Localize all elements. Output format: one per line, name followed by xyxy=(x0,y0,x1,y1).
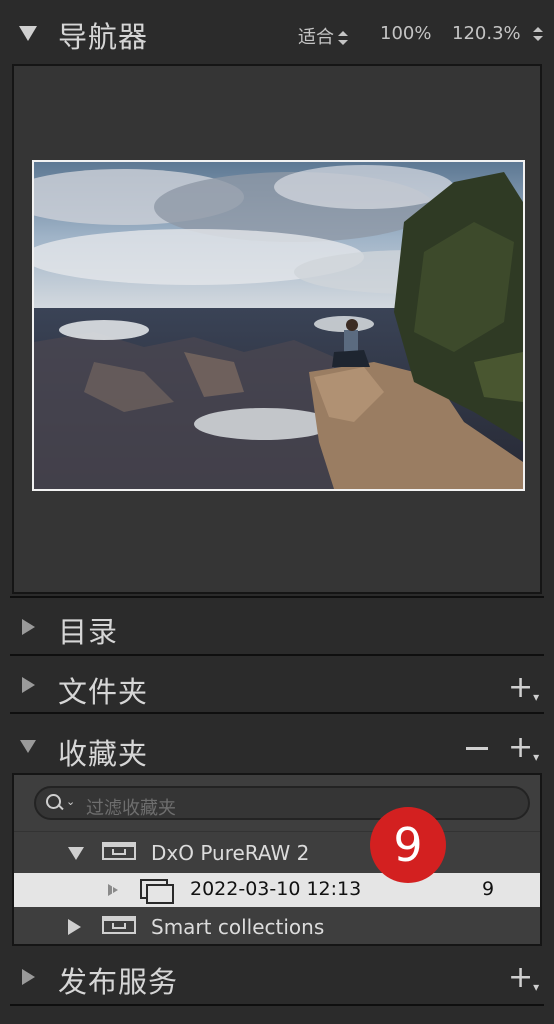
panel-divider xyxy=(10,596,544,598)
step-number-badge: 9 xyxy=(370,807,446,883)
expand-triangle-icon[interactable] xyxy=(22,677,35,693)
zoom-custom-label: 120.3% xyxy=(452,23,521,44)
collection-set-icon xyxy=(102,842,136,860)
step-number: 9 xyxy=(393,818,423,872)
add-publish-service-plus-icon[interactable]: +▾ xyxy=(508,963,539,999)
navigator-preview-area[interactable] xyxy=(12,64,542,594)
add-collection-plus-icon[interactable]: +▾ xyxy=(508,733,539,769)
navigator-title: 导航器 xyxy=(58,20,149,54)
panel-divider xyxy=(10,1004,544,1006)
expand-triangle-icon[interactable] xyxy=(22,619,35,635)
catalog-title: 目录 xyxy=(58,615,119,649)
collapse-triangle-icon[interactable] xyxy=(20,740,36,753)
panel-divider xyxy=(10,712,544,714)
expand-triangle-icon[interactable] xyxy=(22,969,35,985)
collection-count: 9 xyxy=(482,878,495,900)
collection-filter-input[interactable]: ⌄ 过滤收藏夹 xyxy=(34,786,530,820)
photo-thumbnail[interactable] xyxy=(32,160,525,491)
list-item-collection-selected[interactable]: 2022-03-10 12:13 9 xyxy=(14,873,540,907)
collapse-triangle-icon[interactable] xyxy=(19,26,37,41)
list-item-smart-collections[interactable]: Smart collections xyxy=(14,909,540,945)
zoom-fit-label: 适合 xyxy=(298,27,334,48)
zoom-fit-button[interactable]: 适合 xyxy=(298,23,348,49)
remove-collection-minus-icon[interactable] xyxy=(466,747,488,750)
collapse-triangle-icon[interactable] xyxy=(68,847,84,860)
collection-stack-icon xyxy=(140,879,174,904)
filter-placeholder: 过滤收藏夹 xyxy=(86,798,176,819)
smart-collection-icon xyxy=(108,884,122,896)
folders-title: 文件夹 xyxy=(58,675,149,709)
collections-panel-header[interactable]: 收藏夹 +▾ xyxy=(0,718,554,772)
navigator-panel-header[interactable]: 导航器 适合 100% 120.3% xyxy=(0,0,554,64)
grand-canyon-photo xyxy=(34,162,523,489)
list-item-collection-set[interactable]: DxO PureRAW 2 xyxy=(14,833,540,873)
publish-services-title: 发布服务 xyxy=(58,965,179,999)
search-icon[interactable] xyxy=(46,794,64,811)
catalog-panel-header[interactable]: 目录 xyxy=(0,600,554,652)
add-folder-plus-icon[interactable]: +▾ xyxy=(508,673,539,709)
panel-divider xyxy=(10,654,544,656)
row-divider xyxy=(14,831,540,832)
zoom-100-button[interactable]: 100% xyxy=(380,23,431,44)
chevron-down-icon[interactable]: ⌄ xyxy=(66,795,75,808)
collection-set-icon xyxy=(102,916,136,934)
stepper-arrows-icon xyxy=(532,27,543,41)
expand-triangle-icon[interactable] xyxy=(68,919,81,935)
collection-set-label: DxO PureRAW 2 xyxy=(151,841,310,865)
collections-list: ⌄ 过滤收藏夹 DxO PureRAW 2 2022-03-10 12:13 9… xyxy=(12,773,542,946)
folders-panel-header[interactable]: 文件夹 +▾ xyxy=(0,658,554,710)
smart-collections-label: Smart collections xyxy=(151,915,325,939)
collection-label: 2022-03-10 12:13 xyxy=(190,878,362,900)
zoom-custom-button[interactable]: 120.3% xyxy=(452,23,543,44)
publish-services-panel-header[interactable]: 发布服务 +▾ xyxy=(0,950,554,1004)
collections-title: 收藏夹 xyxy=(58,737,149,771)
stepper-arrows-icon xyxy=(338,31,348,45)
